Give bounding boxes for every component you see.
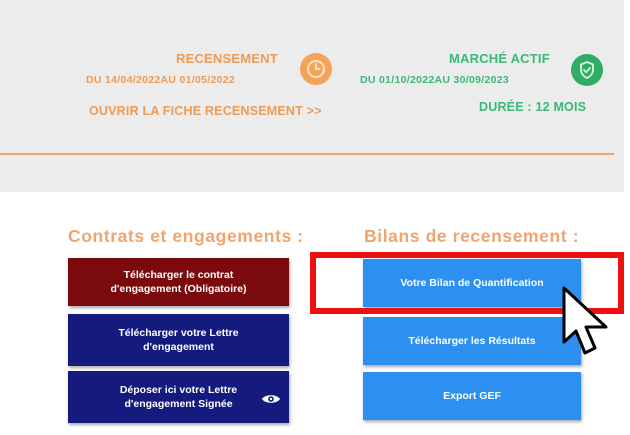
download-results-button[interactable]: Télécharger les Résultats (363, 317, 581, 365)
hand-cursor-icon (559, 286, 615, 377)
button-label-line1: Télécharger votre Lettre (118, 327, 239, 339)
button-label-line1: Déposer ici votre Lettre (119, 384, 238, 396)
button-label-line1: Télécharger le contrat (123, 269, 234, 281)
upload-signed-letter-button[interactable]: Déposer ici votre Lettre d'engagement Si… (68, 371, 289, 423)
download-letter-button[interactable]: Télécharger votre Lettre d'engagement (68, 314, 289, 366)
panel-edge (624, 0, 630, 192)
contrats-heading: Contrats et engagements : (68, 226, 304, 246)
button-label-line2: d'engagement Signée (124, 398, 233, 410)
recensement-title: RECENSEMENT (176, 51, 278, 66)
clock-icon (300, 53, 332, 85)
open-recensement-link[interactable]: OUVRIR LA FICHE RECENSEMENT >> (89, 104, 322, 118)
download-contract-button[interactable]: Télécharger le contrat d'engagement (Obl… (68, 258, 289, 306)
shield-check-icon (571, 54, 603, 86)
bilans-heading: Bilans de recensement : (364, 226, 580, 246)
marche-duration: DURÉE : 12 MOIS (479, 100, 587, 114)
eye-icon[interactable] (261, 393, 281, 409)
marche-dates: DU 01/10/2022AU 30/09/2023 (360, 74, 510, 86)
export-gef-button[interactable]: Export GEF (363, 372, 581, 420)
status-panel (0, 0, 630, 192)
marche-title: MARCHÉ ACTIF (449, 51, 550, 66)
button-label-line2: d'engagement (143, 341, 214, 353)
divider (0, 153, 614, 155)
recensement-dates: DU 14/04/2022AU 01/05/2022 (86, 74, 236, 86)
button-label-line2: d'engagement (Obligatoire) (110, 283, 247, 295)
